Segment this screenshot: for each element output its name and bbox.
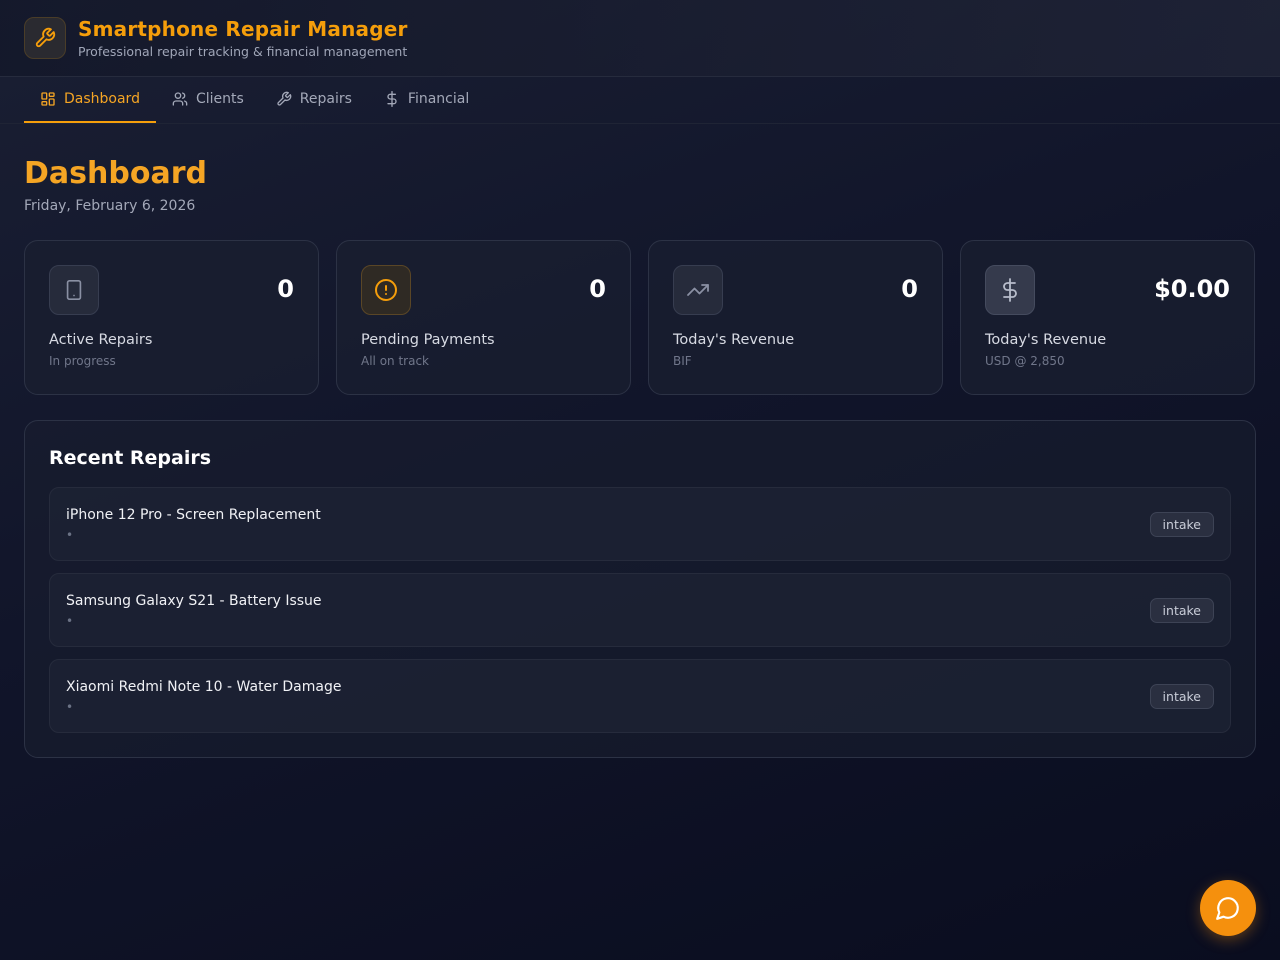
repair-info: Xiaomi Redmi Note 10 - Water Damage • — [66, 679, 341, 714]
status-badge: intake — [1149, 683, 1214, 709]
wrench-icon — [277, 91, 292, 106]
stat-sub: In progress — [49, 354, 116, 368]
repair-info: iPhone 12 Pro - Screen Replacement • — [66, 507, 321, 542]
tab-clients[interactable]: Clients — [156, 77, 260, 123]
tab-repairs[interactable]: Repairs — [260, 77, 368, 123]
app-logo — [24, 17, 66, 59]
trending-up-icon — [687, 284, 709, 296]
repair-meta: • — [66, 699, 74, 714]
repair-list: iPhone 12 Pro - Screen Replacement • int… — [49, 487, 1231, 733]
recent-repairs-title: Recent Repairs — [49, 447, 212, 469]
stat-value: $0.00 — [1154, 275, 1230, 303]
repair-info: Samsung Galaxy S21 - Battery Issue • — [66, 593, 322, 628]
tab-label: Dashboard — [64, 91, 140, 107]
stat-label: Today's Revenue — [673, 332, 795, 348]
repair-name: iPhone 12 Pro - Screen Replacement — [66, 506, 321, 523]
stat-card-revenue-usd: $0.00 Today's Revenue USD @ 2,850 — [960, 240, 1255, 395]
stat-label: Pending Payments — [361, 332, 495, 348]
main-content: Dashboard Friday, February 6, 2026 0 Act… — [0, 124, 1280, 758]
tab-financial[interactable]: Financial — [368, 77, 485, 123]
stat-sub: All on track — [361, 354, 429, 368]
chat-button[interactable] — [1200, 880, 1256, 936]
stat-card-pending-payments: 0 Pending Payments All on track — [336, 240, 631, 395]
stat-icon-box — [673, 265, 723, 315]
tab-label: Clients — [195, 91, 244, 107]
stat-value: 0 — [901, 275, 918, 303]
stat-card-revenue-bif: 0 Today's Revenue BIF — [648, 240, 943, 395]
recent-repairs-panel: Recent Repairs iPhone 12 Pro - Screen Re… — [24, 420, 1256, 758]
repair-list-item[interactable]: Samsung Galaxy S21 - Battery Issue • int… — [49, 573, 1231, 647]
stat-sub: BIF — [673, 354, 692, 368]
tab-label: Financial — [407, 91, 470, 107]
stats-row: 0 Active Repairs In progress 0 Pending P… — [24, 240, 1256, 395]
repair-meta: • — [66, 613, 74, 628]
dollar-icon — [387, 91, 397, 107]
dollar-icon — [1003, 278, 1017, 302]
stat-sub: USD @ 2,850 — [985, 354, 1065, 368]
chat-bubble-icon — [1216, 897, 1239, 920]
repair-list-item[interactable]: iPhone 12 Pro - Screen Replacement • int… — [49, 487, 1231, 561]
stat-value: 0 — [277, 275, 294, 303]
stat-label: Active Repairs — [49, 332, 153, 348]
users-icon — [172, 92, 188, 106]
app-header: Smartphone Repair Manager Professional r… — [0, 0, 1280, 77]
app-title-block: Smartphone Repair Manager Professional r… — [78, 17, 408, 59]
smartphone-icon — [66, 280, 82, 300]
tab-label: Repairs — [299, 91, 352, 107]
tab-dashboard[interactable]: Dashboard — [24, 77, 156, 123]
dashboard-grid-icon — [41, 92, 55, 106]
stat-card-active-repairs: 0 Active Repairs In progress — [24, 240, 319, 395]
repair-list-item[interactable]: Xiaomi Redmi Note 10 - Water Damage • in… — [49, 659, 1231, 733]
repair-name: Xiaomi Redmi Note 10 - Water Damage — [66, 678, 342, 695]
repair-name: Samsung Galaxy S21 - Battery Issue — [66, 592, 322, 609]
alert-circle-icon — [375, 279, 397, 301]
stat-icon-box — [49, 265, 99, 315]
repair-meta: • — [66, 527, 74, 542]
app-title: Smartphone Repair Manager — [78, 17, 408, 41]
page-date: Friday, February 6, 2026 — [24, 198, 196, 214]
wrench-icon — [35, 27, 56, 48]
stat-icon-box — [985, 265, 1035, 315]
stat-icon-box — [361, 265, 411, 315]
page-title: Dashboard — [24, 156, 207, 191]
stat-value: 0 — [589, 275, 606, 303]
status-badge: intake — [1149, 597, 1214, 623]
app-subtitle: Professional repair tracking & financial… — [78, 44, 408, 59]
status-badge: intake — [1149, 511, 1214, 537]
main-nav: Dashboard Clients Repairs Financial — [0, 77, 1280, 124]
stat-label: Today's Revenue — [985, 332, 1107, 348]
